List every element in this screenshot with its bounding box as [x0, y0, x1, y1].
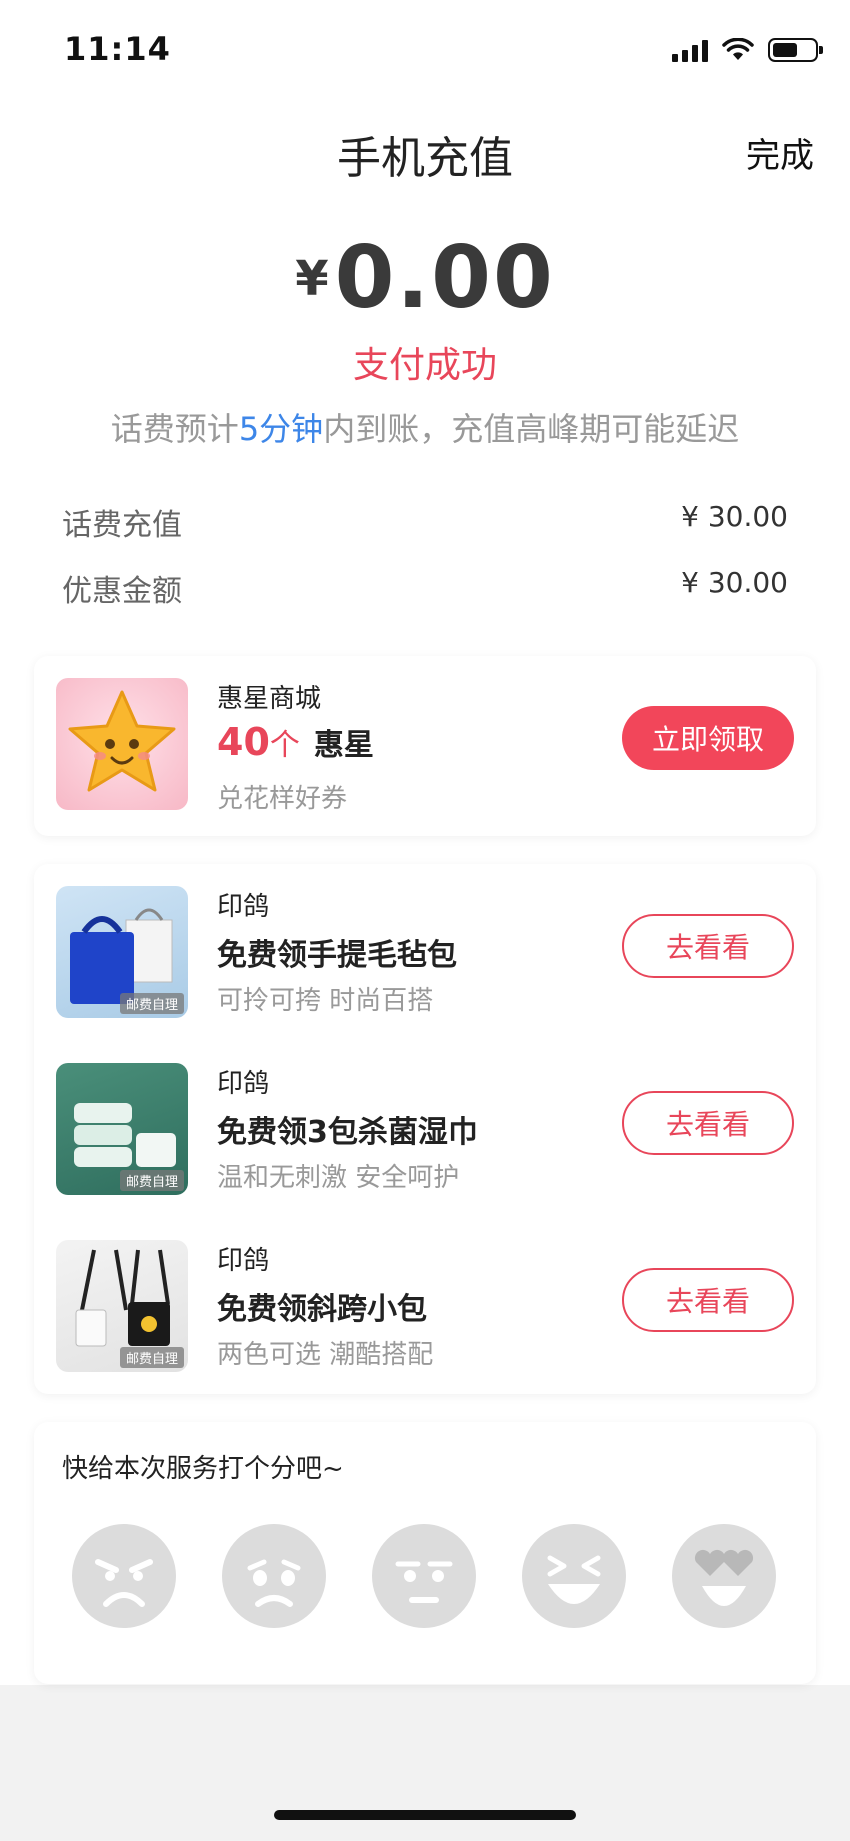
currency-symbol: ¥ [295, 251, 329, 307]
angry-face-icon[interactable] [72, 1524, 176, 1628]
notice-text-before: 话费预计 [110, 410, 239, 448]
rating-card: 快给本次服务打个分吧~ [34, 1422, 816, 1684]
cellular-signal-icon [672, 38, 708, 62]
wet-wipes-image: 邮费自理 [56, 1063, 188, 1195]
claim-now-button[interactable]: 立即领取 [622, 706, 794, 770]
detail-label: 话费充值 [62, 508, 182, 543]
notice-highlight: 5分钟 [238, 410, 324, 448]
promo-coins: 40 个 惠星 [217, 720, 374, 764]
offers-card: 邮费自理 印鸽 免费领手提毛毡包 可拎可挎 时尚百搭 去看看 邮费自理 印鸽 免… [34, 864, 816, 1394]
view-offer-button[interactable]: 去看看 [622, 1268, 794, 1332]
coins-name: 惠星 [313, 728, 374, 763]
wifi-icon [722, 38, 754, 60]
view-offer-button[interactable]: 去看看 [622, 914, 794, 978]
laughing-face-icon[interactable] [522, 1524, 626, 1628]
detail-row-discount: 优惠金额 ¥ 30.00 [62, 566, 788, 610]
offer-title: 免费领斜跨小包 [217, 1292, 427, 1327]
felt-bag-image: 邮费自理 [56, 886, 188, 1018]
home-indicator[interactable] [274, 1810, 576, 1820]
neutral-face-icon[interactable] [372, 1524, 476, 1628]
payment-status: 支付成功 [352, 345, 497, 386]
rating-title: 快给本次服务打个分吧~ [62, 1454, 344, 1484]
detail-row-recharge: 话费充值 ¥ 30.00 [62, 500, 788, 544]
sad-face-icon[interactable] [222, 1524, 326, 1628]
offer-title: 免费领手提毛毡包 [217, 938, 457, 973]
battery-icon [768, 38, 823, 62]
postage-tag: 邮费自理 [119, 993, 184, 1014]
offer-subtitle: 两色可选 潮酷搭配 [217, 1340, 434, 1370]
offer-brand: 印鸽 [217, 1246, 270, 1276]
promo-brand: 惠星商城 [217, 684, 322, 714]
status-bar: 11:14 [0, 0, 850, 100]
view-offer-button[interactable]: 去看看 [622, 1091, 794, 1155]
notice-text-after: 内到账，充值高峰期可能延迟 [323, 410, 740, 448]
postage-tag: 邮费自理 [119, 1170, 184, 1191]
offer-subtitle: 温和无刺激 安全呵护 [217, 1163, 460, 1193]
page-title: 手机充值 [337, 133, 513, 184]
status-icons [672, 38, 823, 62]
coins-count: 40 [217, 720, 270, 764]
payment-amount: ¥0.00 [0, 228, 850, 328]
promo-card[interactable]: 惠星商城 40 个 惠星 兑花样好券 立即领取 [34, 656, 816, 836]
done-button[interactable]: 完成 [746, 128, 814, 177]
status-time: 11:14 [64, 30, 171, 68]
heart-eyes-face-icon[interactable] [672, 1524, 776, 1628]
detail-value: ¥ 30.00 [681, 500, 788, 533]
star-icon [68, 690, 176, 792]
offer-title: 免费领3包杀菌湿巾 [217, 1115, 478, 1150]
offer-subtitle: 可拎可挎 时尚百搭 [217, 986, 434, 1016]
promo-subtitle: 兑花样好券 [217, 784, 348, 814]
detail-label: 优惠金额 [62, 574, 182, 609]
star-mascot-image [56, 678, 188, 810]
arrival-notice: 话费预计5分钟内到账，充值高峰期可能延迟 [0, 404, 850, 450]
offer-brand: 印鸽 [217, 892, 270, 922]
crossbody-bag-image: 邮费自理 [56, 1240, 188, 1372]
detail-value: ¥ 30.00 [681, 566, 788, 599]
coins-unit: 个 [269, 728, 300, 763]
amount-value: 0.00 [334, 228, 555, 328]
offer-brand: 印鸽 [217, 1069, 270, 1099]
postage-tag: 邮费自理 [119, 1347, 184, 1368]
